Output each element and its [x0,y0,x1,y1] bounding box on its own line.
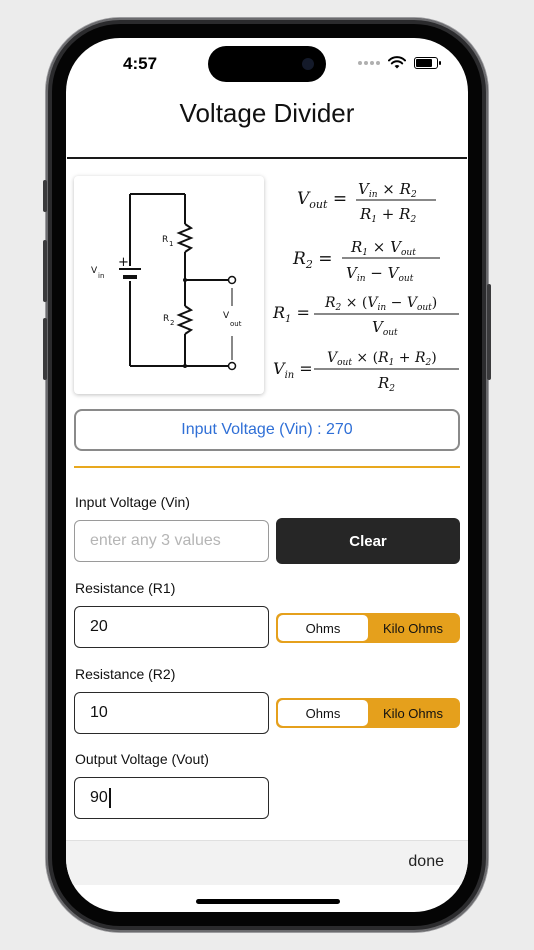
label-vin: V [91,266,98,276]
r1-unit-selector[interactable]: Ohms Kilo Ohms [276,613,460,643]
vin-label: Input Voltage (Vin) [75,494,190,510]
svg-text:R1 × Vout: R1 × Vout [350,238,416,258]
section-divider [74,466,460,468]
circuit-schematic: + V in R 1 R 2 V out [91,193,242,371]
label-r1-sub: 1 [169,240,173,248]
vout-value: 90 [90,789,108,806]
svg-text:R2 × (Vin − Vout): R2 × (Vin − Vout) [324,295,437,313]
home-indicator[interactable] [196,899,340,904]
svg-text:R2 =: R2 = [292,249,332,271]
wifi-icon [388,56,406,69]
r1-label: Resistance (R1) [75,580,176,596]
status-time: 4:57 [123,54,158,73]
r1-unit-kilo-ohms[interactable]: Kilo Ohms [368,615,458,641]
formula-r2: R2 = R1 × Vout Vin − Vout [292,238,440,284]
svg-text:R1 + R2: R1 + R2 [359,205,416,225]
done-button[interactable]: done [408,853,444,871]
svg-text:Vin − Vout: Vin − Vout [346,264,414,284]
label-r2: R [163,314,169,324]
result-display[interactable]: Input Voltage (Vin) : 270 [74,409,460,451]
label-vin-sub: in [98,272,104,280]
label-r2-sub: 2 [170,319,174,327]
r2-unit-ohms[interactable]: Ohms [278,700,368,726]
status-icons [358,56,441,70]
side-button-volume-up [43,240,47,302]
plus-sign: + [118,255,129,270]
r1-unit-ohms[interactable]: Ohms [278,615,368,641]
signal-icon [358,61,380,65]
camera-icon [302,58,314,70]
keyboard-toolbar: done [66,840,468,885]
page-title: Voltage Divider [179,98,355,128]
text-cursor [108,788,111,808]
vout-input[interactable]: 90 [74,777,269,819]
side-button-volume-down [43,318,47,380]
r1-input[interactable]: 20 [74,606,269,648]
r2-input[interactable]: 10 [74,692,269,734]
vin-input[interactable]: enter any 3 values [74,520,269,562]
clear-button[interactable]: Clear [276,518,460,564]
dynamic-island [208,46,326,82]
formula-vout: Vout = Vin × R2 R1 + R2 [297,180,436,225]
label-vout: V [223,311,230,321]
circuit-diagram: + V in R 1 R 2 V out [74,176,264,394]
formula-vin: Vin = Vout × (R1 + R2) R2 [273,350,459,394]
svg-text:Vin × R2: Vin × R2 [358,180,417,200]
r2-label: Resistance (R2) [75,666,176,682]
side-button-silent [43,180,47,212]
svg-text:Vout: Vout [372,318,398,338]
label-vout-sub: out [230,320,242,328]
svg-text:R2: R2 [377,374,395,394]
vout-label: Output Voltage (Vout) [75,751,209,767]
svg-text:R1 =: R1 = [272,303,310,325]
svg-text:Vout =: Vout = [297,189,347,211]
r2-unit-selector[interactable]: Ohms Kilo Ohms [276,698,460,728]
title-divider [67,157,467,159]
r2-unit-kilo-ohms[interactable]: Kilo Ohms [368,700,458,726]
svg-text:Vout × (R1 + R2): Vout × (R1 + R2) [327,350,437,368]
label-r1: R [162,235,168,245]
formula-panel: Vout = Vin × R2 R1 + R2 R2 = R1 × Vout V… [272,180,459,394]
screen: 4:57 Voltage Divider + V in R 1 R 2 V ou… [66,38,468,912]
side-button-power [487,284,491,380]
formula-r1: R1 = R2 × (Vin − Vout) Vout [272,295,459,338]
svg-text:Vin =: Vin = [273,359,313,381]
battery-icon [414,57,441,69]
